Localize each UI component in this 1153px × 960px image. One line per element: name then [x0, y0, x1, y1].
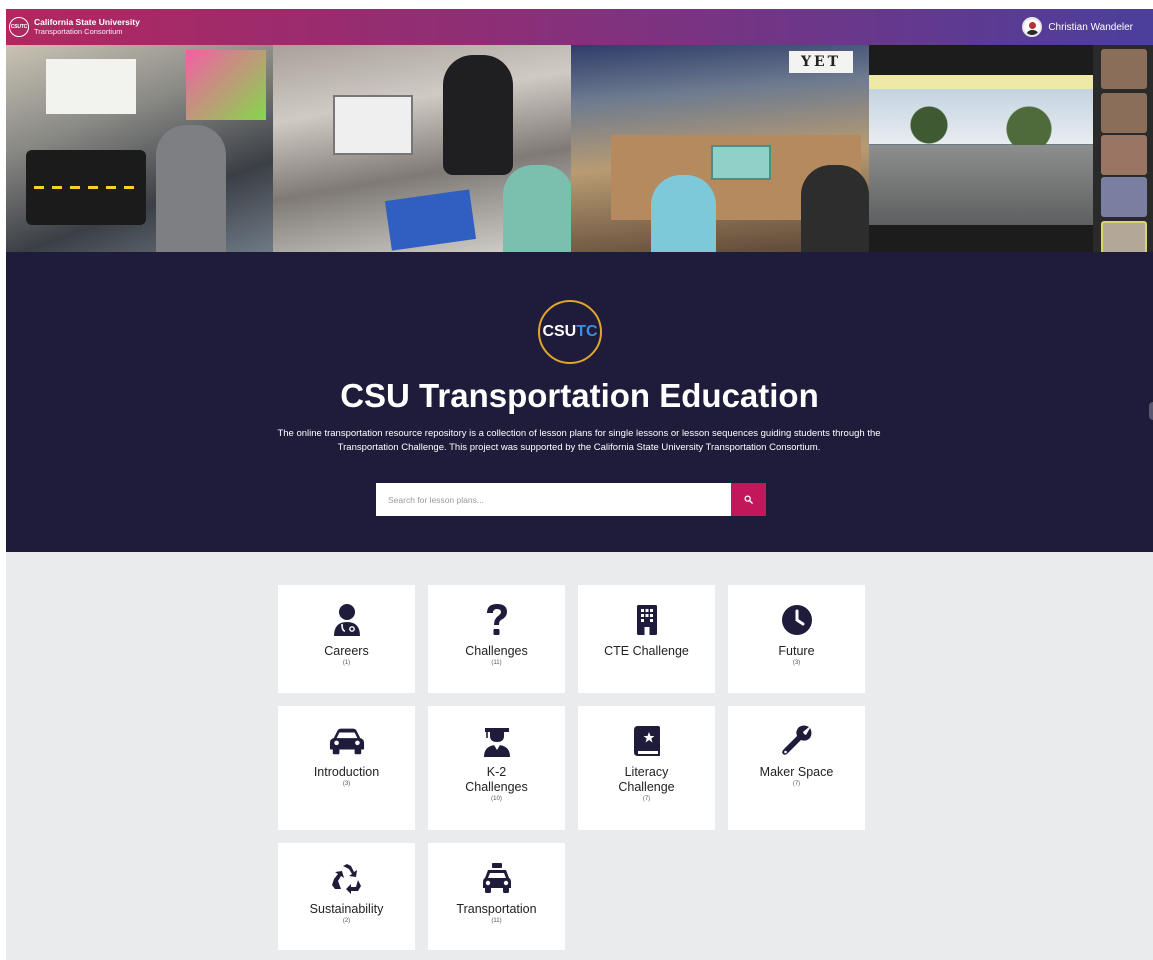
user-name: Christian Wandeler — [1048, 21, 1133, 33]
hero-section: CSU TC CSU Transportation Education The o… — [6, 252, 1153, 552]
category-card-careers[interactable]: Careers (1) — [278, 585, 415, 693]
wrench-icon — [779, 723, 815, 759]
search-bar — [376, 483, 766, 516]
classroom-photo-3: YET — [571, 45, 869, 252]
category-label: Transportation — [456, 902, 537, 916]
category-card-transportation[interactable]: Transportation (11) — [428, 843, 565, 950]
category-count: (2) — [342, 918, 351, 924]
avatar — [1022, 17, 1043, 37]
category-count: (3) — [342, 781, 351, 787]
category-label: CTE Challenge — [604, 644, 689, 658]
category-count: (7) — [792, 781, 801, 787]
csutc-logo: CSUTC — [9, 17, 29, 37]
search-input[interactable] — [376, 483, 731, 516]
category-label: Sustainability — [309, 902, 384, 916]
classroom-photo-1 — [6, 45, 273, 252]
building-icon — [629, 602, 665, 638]
brand-subtitle: Transportation Consortium — [34, 27, 123, 36]
user-doctor-icon — [329, 602, 365, 638]
carousel-handle[interactable] — [1149, 402, 1153, 420]
category-count: (11) — [491, 660, 502, 666]
category-card-sustainability[interactable]: Sustainability (2) — [278, 843, 415, 950]
classroom-photo-2 — [273, 45, 571, 252]
photo-banner: YET — [6, 45, 1153, 252]
page-title: CSU Transportation Education — [340, 377, 819, 414]
category-count: (3) — [792, 660, 801, 666]
category-label: Maker Space — [759, 765, 834, 779]
video-call-photo — [869, 45, 1153, 252]
category-label: Careers — [324, 644, 369, 658]
category-card-introduction[interactable]: Introduction (3) — [278, 706, 415, 830]
category-count: (1) — [342, 660, 351, 666]
logo-csu-text: CSU — [542, 323, 577, 340]
recycle-icon — [329, 860, 365, 896]
book-icon — [629, 723, 665, 759]
category-count: (7) — [642, 796, 651, 802]
csutc-hero-logo: CSU TC — [538, 300, 602, 364]
category-card-future[interactable]: Future (3) — [728, 585, 865, 693]
category-card-k2-challenges[interactable]: K-2 Challenges (10) — [428, 706, 565, 830]
category-card-challenges[interactable]: Challenges (11) — [428, 585, 565, 693]
clock-icon — [779, 602, 815, 638]
search-icon — [744, 495, 753, 504]
category-card-cte-challenge[interactable]: CTE Challenge — [578, 585, 715, 693]
search-button[interactable] — [731, 483, 766, 516]
top-navigation-bar: CSUTC California State University Transp… — [6, 9, 1153, 45]
user-menu[interactable]: Christian Wandeler — [1022, 17, 1133, 37]
category-label: K-2 Challenges — [465, 765, 528, 794]
yet-sign: YET — [789, 51, 853, 73]
page: CSUTC California State University Transp… — [6, 9, 1153, 960]
category-card-literacy-challenge[interactable]: Literacy Challenge (7) — [578, 706, 715, 830]
brand-text: California State University Transportati… — [34, 17, 140, 37]
category-card-maker-space[interactable]: Maker Space (7) — [728, 706, 865, 830]
taxi-icon — [479, 860, 515, 896]
category-label: Literacy Challenge — [618, 765, 675, 794]
category-label: Challenges — [465, 644, 528, 658]
graduate-icon — [479, 723, 515, 759]
category-count: (10) — [491, 796, 502, 802]
brand-link[interactable]: CSUTC California State University Transp… — [9, 17, 140, 37]
question-mark-icon — [479, 602, 515, 638]
brand-name: California State University — [34, 17, 140, 27]
category-label: Introduction — [313, 765, 380, 779]
logo-tc-text: TC — [576, 323, 598, 340]
category-count: (11) — [491, 918, 502, 924]
car-icon — [329, 723, 365, 759]
page-description: The online transportation resource repos… — [277, 428, 881, 453]
category-label: Future — [778, 644, 815, 658]
